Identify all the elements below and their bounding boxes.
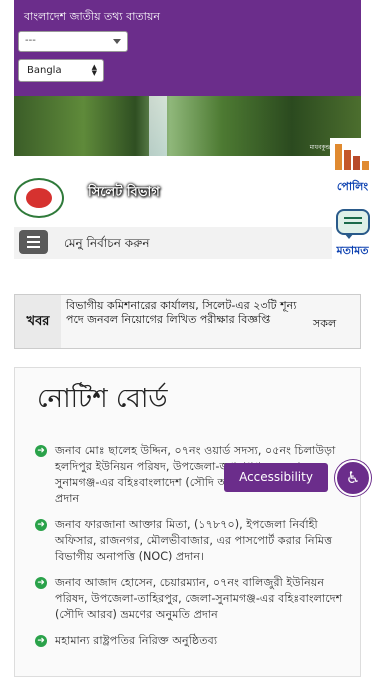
language-select-value: Bangla xyxy=(27,65,62,76)
poll-widget[interactable]: পোলিং xyxy=(330,138,375,198)
news-headline-link[interactable]: বিভাগীয় কমিশনারের কার্যালয়, সিলেট-এর ২… xyxy=(66,299,301,327)
updown-arrows-icon: ▲ ▼ xyxy=(91,63,97,77)
notice-board-title: নোটিশ বোর্ড xyxy=(37,384,168,414)
banner-image: মাধবকুন্ড জলপ্রপাত xyxy=(14,96,361,156)
accessibility-button[interactable]: Accessibility xyxy=(224,463,328,492)
portal-title[interactable]: বাংলাদেশ জাতীয় তথ্য বাতায়ন xyxy=(24,8,160,27)
bar-chart-icon xyxy=(335,142,371,170)
government-logo[interactable] xyxy=(14,178,64,218)
arrow-right-icon: ➜ xyxy=(35,519,47,531)
logo-emblem xyxy=(26,188,52,208)
arrow-right-icon: ➜ xyxy=(35,635,47,647)
news-all-link[interactable]: সকল xyxy=(313,315,336,334)
site-select-value: --- xyxy=(25,35,36,46)
arrow-right-icon: ➜ xyxy=(35,577,47,589)
notice-item-text: মহামান্য রাষ্ট্রপতির নিরিক্ত অনুষ্ঠিতব্য xyxy=(55,634,218,647)
portal-header: বাংলাদেশ জাতীয় তথ্য বাতায়ন --- Bangla … xyxy=(14,0,361,99)
poll-label[interactable]: পোলিং xyxy=(330,178,375,197)
hamburger-menu-button[interactable] xyxy=(19,230,48,254)
news-ticker: খবর বিভাগীয় কমিশনারের কার্যালয়, সিলেট-… xyxy=(14,294,361,349)
opinion-label[interactable]: মতামত xyxy=(330,242,375,261)
accessibility-icon[interactable]: ♿ xyxy=(335,460,371,496)
notice-item-text: জনাব ফারজানা আক্তার মিতা, (১৭৮৭০), ইপজেল… xyxy=(55,518,333,563)
notice-board: নোটিশ বোর্ড ➜ জনাব মোঃ ছালেহ উদ্দিন, ০৭নং… xyxy=(14,367,361,677)
site-name[interactable]: সিলেট বিভাগ xyxy=(88,183,160,204)
chat-bubble-icon[interactable] xyxy=(336,209,370,239)
notice-item[interactable]: ➜ জনাব ফারজানা আক্তার মিতা, (১৭৮৭০), ইপজে… xyxy=(35,517,345,565)
site-select[interactable]: --- xyxy=(18,31,128,52)
waterfall-graphic xyxy=(149,96,167,156)
menu-label[interactable]: মেনু নির্বাচন করুন xyxy=(64,235,149,255)
notice-item-text: জনাব আজাদ হোসেন, চেয়ারম্যান, ০৭নং বালিজ… xyxy=(55,576,343,621)
arrow-right-icon: ➜ xyxy=(35,445,47,457)
chevron-down-icon xyxy=(113,39,121,44)
language-select[interactable]: Bangla ▲ ▼ xyxy=(18,59,104,82)
notice-item[interactable]: ➜ জনাব আজাদ হোসেন, চেয়ারম্যান, ০৭নং বালি… xyxy=(35,575,345,623)
news-label: খবর xyxy=(15,295,61,348)
hamburger-icon xyxy=(27,236,40,238)
notice-item[interactable]: ➜ মহামান্য রাষ্ট্রপতির নিরিক্ত অনুষ্ঠিতব্… xyxy=(35,633,345,649)
menu-bar: মেনু নির্বাচন করুন xyxy=(14,227,332,259)
